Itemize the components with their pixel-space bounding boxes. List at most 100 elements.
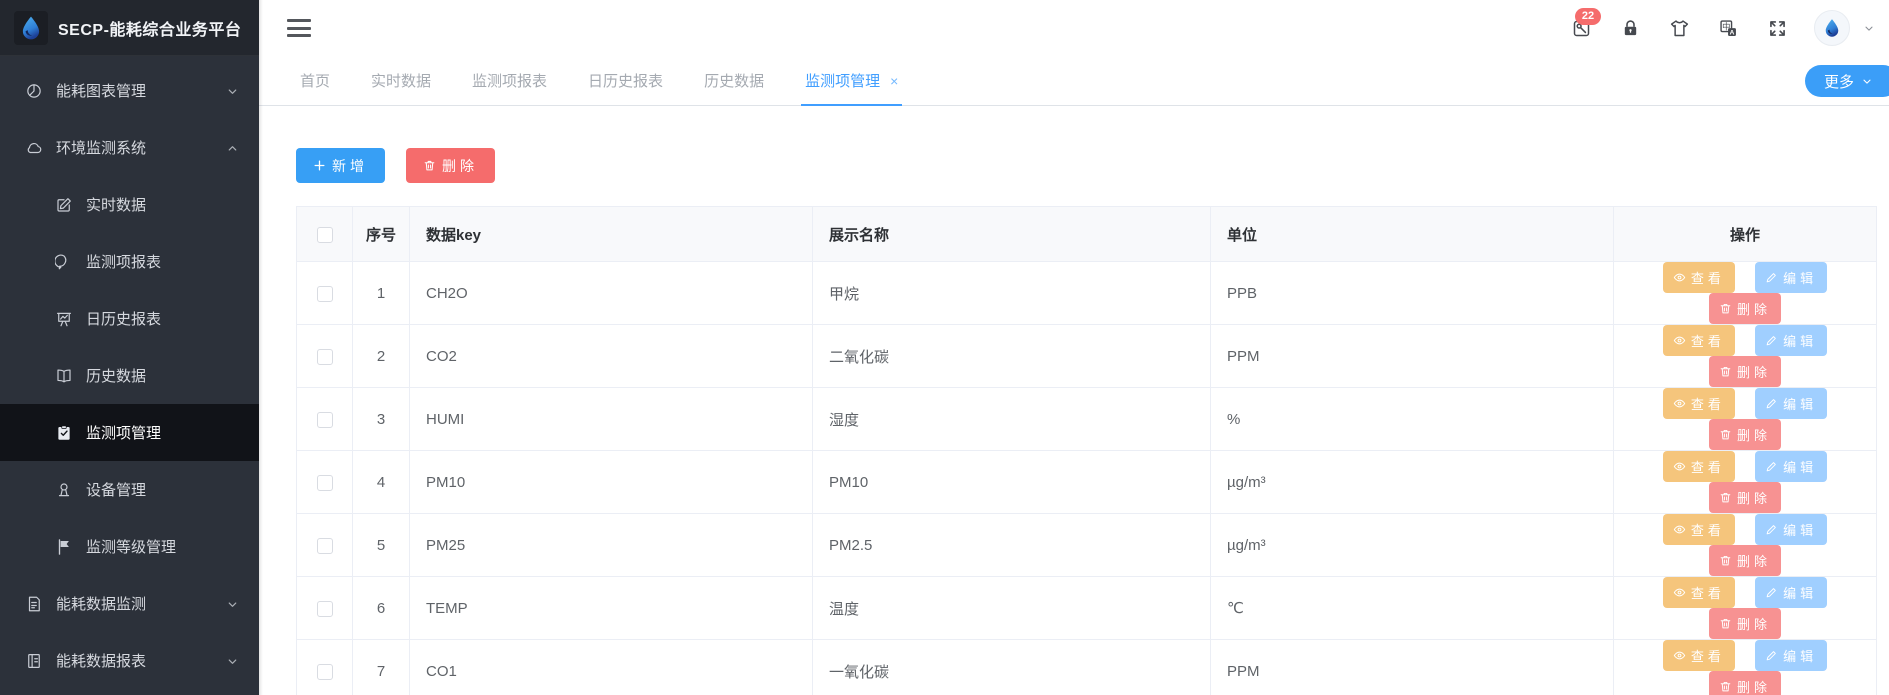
delete-button[interactable]: 删除 xyxy=(1709,545,1781,576)
add-button-label: 新增 xyxy=(332,156,368,176)
row-display-name: 甲烷 xyxy=(813,262,1211,325)
view-button[interactable]: 查看 xyxy=(1663,640,1735,671)
tab-home[interactable]: 首页 xyxy=(300,56,330,106)
row-checkbox[interactable] xyxy=(317,664,333,680)
edit-button[interactable]: 编辑 xyxy=(1755,577,1827,608)
tab-label: 历史数据 xyxy=(704,70,764,91)
view-button[interactable]: 查看 xyxy=(1663,451,1735,482)
row-unit: PPM xyxy=(1211,640,1614,695)
row-checkbox-cell xyxy=(297,262,353,325)
hamburger-menu-icon[interactable] xyxy=(287,17,311,39)
sidebar-item-item-report[interactable]: 监测项报表 xyxy=(0,233,259,290)
row-data-key: PM10 xyxy=(410,451,813,514)
row-checkbox[interactable] xyxy=(317,601,333,617)
tab-realtime-data[interactable]: 实时数据 xyxy=(371,56,431,106)
chevron-down-icon[interactable] xyxy=(1863,22,1875,34)
delete-button[interactable]: 删除 xyxy=(1709,671,1781,695)
edit-button[interactable]: 编辑 xyxy=(1755,325,1827,356)
sidebar-item-device-management[interactable]: 设备管理 xyxy=(0,461,259,518)
row-display-name: 二氧化碳 xyxy=(813,325,1211,388)
sidebar-item-realtime-data[interactable]: 实时数据 xyxy=(0,176,259,233)
tab-item-management[interactable]: 监测项管理 × xyxy=(805,56,898,106)
delete-button[interactable]: 删除 xyxy=(1709,293,1781,324)
view-button[interactable]: 查看 xyxy=(1663,325,1735,356)
sidebar-item-item-management[interactable]: 监测项管理 xyxy=(0,404,259,461)
theme-shirt-icon[interactable] xyxy=(1667,16,1691,40)
view-button-label: 查看 xyxy=(1691,457,1725,476)
translate-icon[interactable]: 中 A xyxy=(1716,16,1740,40)
tab-item-report[interactable]: 监测项报表 xyxy=(472,56,547,106)
row-checkbox-cell xyxy=(297,577,353,640)
tab-close-icon[interactable]: × xyxy=(890,74,898,88)
delete-button-label: 删除 xyxy=(1737,299,1771,318)
row-actions: 查看 编辑 删除 xyxy=(1614,451,1877,514)
delete-button-label: 删除 xyxy=(1737,425,1771,444)
select-all-checkbox[interactable] xyxy=(317,227,333,243)
row-unit: µg/m³ xyxy=(1211,451,1614,514)
edit-button[interactable]: 编辑 xyxy=(1755,451,1827,482)
row-checkbox[interactable] xyxy=(317,538,333,554)
document-list-icon xyxy=(25,652,43,670)
table-row: 6 TEMP 温度 ℃ 查看 编辑 删除 xyxy=(297,577,1877,640)
tab-daily-history-report[interactable]: 日历史报表 xyxy=(588,56,663,106)
table-row: 7 CO1 一氧化碳 PPM 查看 编辑 删除 xyxy=(297,640,1877,695)
row-display-name: 一氧化碳 xyxy=(813,640,1211,695)
delete-button-label: 删除 xyxy=(1737,362,1771,381)
view-button-label: 查看 xyxy=(1691,331,1725,350)
delete-button[interactable]: 删除 xyxy=(1709,608,1781,639)
table-row: 1 CH2O 甲烷 PPB 查看 编辑 删除 xyxy=(297,262,1877,325)
monitoring-items-table: 序号 数据key 展示名称 单位 操作 1 CH2O 甲烷 PPB 查看 编辑 xyxy=(296,206,1877,695)
more-button[interactable]: 更多 xyxy=(1805,65,1889,97)
view-button[interactable]: 查看 xyxy=(1663,577,1735,608)
avatar[interactable] xyxy=(1814,10,1850,46)
fullscreen-icon[interactable] xyxy=(1765,16,1789,40)
document-icon xyxy=(25,595,43,613)
main-content: 新增 删除 序号 数据key 展示名称 单位 操作 xyxy=(259,106,1889,695)
delete-button[interactable]: 删除 xyxy=(1709,356,1781,387)
delete-button[interactable]: 删除 xyxy=(1709,482,1781,513)
add-button[interactable]: 新增 xyxy=(296,148,385,183)
row-data-key: CO2 xyxy=(410,325,813,388)
row-checkbox[interactable] xyxy=(317,412,333,428)
row-index: 4 xyxy=(353,451,410,514)
row-index: 6 xyxy=(353,577,410,640)
chevron-down-icon xyxy=(226,654,239,667)
row-checkbox[interactable] xyxy=(317,349,333,365)
view-button[interactable]: 查看 xyxy=(1663,514,1735,545)
row-actions: 查看 编辑 删除 xyxy=(1614,514,1877,577)
row-actions: 查看 编辑 删除 xyxy=(1614,262,1877,325)
row-actions: 查看 编辑 删除 xyxy=(1614,640,1877,695)
sidebar-item-energy-charts[interactable]: 能耗图表管理 xyxy=(0,62,259,119)
edit-button[interactable]: 编辑 xyxy=(1755,262,1827,293)
view-button[interactable]: 查看 xyxy=(1663,388,1735,419)
sidebar-item-energy-data-report[interactable]: 能耗数据报表 xyxy=(0,632,259,689)
row-index: 2 xyxy=(353,325,410,388)
row-unit: µg/m³ xyxy=(1211,514,1614,577)
row-checkbox[interactable] xyxy=(317,286,333,302)
view-button[interactable]: 查看 xyxy=(1663,262,1735,293)
more-button-label: 更多 xyxy=(1824,71,1854,92)
header-actions: 22 中 A xyxy=(1569,0,1875,56)
row-unit: PPM xyxy=(1211,325,1614,388)
sidebar-item-energy-data-monitoring[interactable]: 能耗数据监测 xyxy=(0,575,259,632)
edit-button[interactable]: 编辑 xyxy=(1755,388,1827,419)
edit-button-label: 编辑 xyxy=(1783,268,1817,287)
edit-button[interactable]: 编辑 xyxy=(1755,640,1827,671)
tab-bar: 首页 实时数据 监测项报表 日历史报表 历史数据 监测项管理 × 更多 xyxy=(259,56,1889,106)
row-unit: % xyxy=(1211,388,1614,451)
sidebar-item-daily-history-report[interactable]: 日历史报表 xyxy=(0,290,259,347)
sidebar-item-env-monitoring[interactable]: 环境监测系统 xyxy=(0,119,259,176)
cloud-icon xyxy=(25,139,43,157)
row-checkbox[interactable] xyxy=(317,475,333,491)
edit-button-label: 编辑 xyxy=(1783,457,1817,476)
edit-button[interactable]: 编辑 xyxy=(1755,514,1827,545)
tab-history-data[interactable]: 历史数据 xyxy=(704,56,764,106)
batch-delete-button[interactable]: 删除 xyxy=(406,148,495,183)
delete-button-label: 删除 xyxy=(1737,614,1771,633)
sidebar-item-history-data[interactable]: 历史数据 xyxy=(0,347,259,404)
lock-icon[interactable] xyxy=(1618,16,1642,40)
maintenance-log-icon[interactable]: 22 xyxy=(1569,16,1593,40)
edit-button-label: 编辑 xyxy=(1783,646,1817,665)
delete-button[interactable]: 删除 xyxy=(1709,419,1781,450)
sidebar-item-level-management[interactable]: 监测等级管理 xyxy=(0,518,259,575)
